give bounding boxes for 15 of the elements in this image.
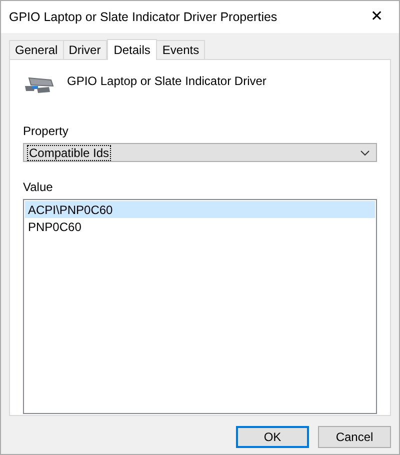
value-label: Value [23, 179, 54, 196]
window-title: GPIO Laptop or Slate Indicator Driver Properties [9, 8, 278, 26]
tab[interactable]: General [9, 40, 64, 59]
tab[interactable]: Events [156, 40, 206, 59]
device-name: GPIO Laptop or Slate Indicator Driver [67, 73, 266, 90]
dialog-button[interactable]: OK [236, 426, 309, 448]
tab[interactable]: Details [106, 39, 158, 60]
property-dropdown[interactable]: Compatible Ids [23, 143, 377, 162]
dialog-button[interactable]: Cancel [318, 426, 391, 448]
property-label: Property [23, 123, 70, 140]
tab[interactable]: Driver [62, 40, 107, 59]
list-item[interactable]: ACPI\PNP0C60 [25, 201, 375, 218]
close-button[interactable]: ✕ [355, 1, 399, 33]
list-item[interactable]: PNP0C60 [25, 218, 375, 235]
chevron-down-icon [360, 150, 370, 156]
